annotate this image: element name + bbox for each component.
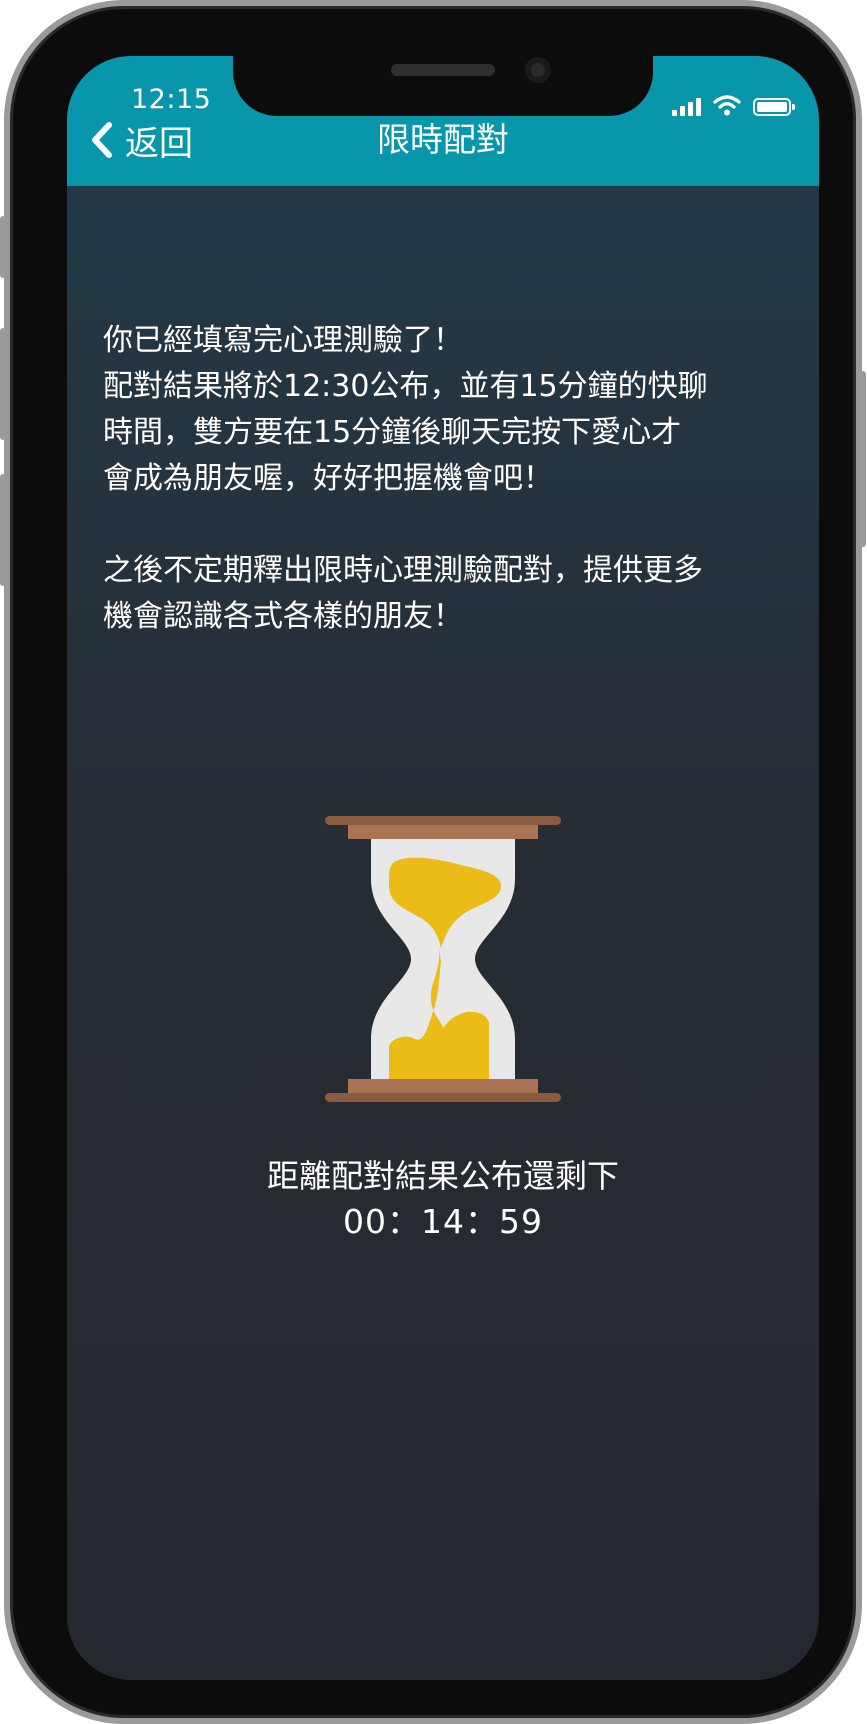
- app-screen: 12:15 限時配對 返回 你已經填寫完心理測驗了！ 配對結果將於12:30公布…: [67, 56, 819, 1680]
- status-icons: [672, 92, 795, 116]
- side-button-volume-down: [0, 474, 6, 586]
- cellular-signal-icon: [672, 96, 701, 116]
- battery-icon: [753, 98, 795, 116]
- front-camera: [525, 57, 551, 83]
- chevron-left-icon: [92, 122, 112, 158]
- phone-frame: 12:15 限時配對 返回 你已經填寫完心理測驗了！ 配對結果將於12:30公布…: [0, 0, 866, 1724]
- side-button-power: [860, 371, 866, 547]
- message-paragraph-1: 你已經填寫完心理測驗了！ 配對結果將於12:30公布，並有15分鐘的快聊 時間，…: [103, 323, 708, 496]
- wifi-icon: [713, 95, 741, 116]
- quiz-complete-message: 你已經填寫完心理測驗了！ 配對結果將於12:30公布，並有15分鐘的快聊 時間，…: [103, 318, 793, 640]
- hourglass-icon: [325, 816, 561, 1102]
- countdown-timer: 00：14：59: [343, 1202, 543, 1241]
- status-time: 12:15: [131, 84, 212, 115]
- back-button[interactable]: 返回: [89, 118, 193, 164]
- nav-header: 12:15 限時配對 返回: [67, 56, 819, 186]
- countdown-label: 距離配對結果公布還剩下: [266, 1157, 619, 1195]
- side-button-mute: [0, 216, 6, 278]
- back-button-label: 返回: [125, 123, 193, 164]
- device-notch: [233, 56, 653, 116]
- speaker-grille: [391, 64, 495, 76]
- message-paragraph-2: 之後不定期釋出限時心理測驗配對，提供更多 機會認識各式各樣的朋友！: [103, 553, 703, 634]
- side-button-volume-up: [0, 328, 6, 440]
